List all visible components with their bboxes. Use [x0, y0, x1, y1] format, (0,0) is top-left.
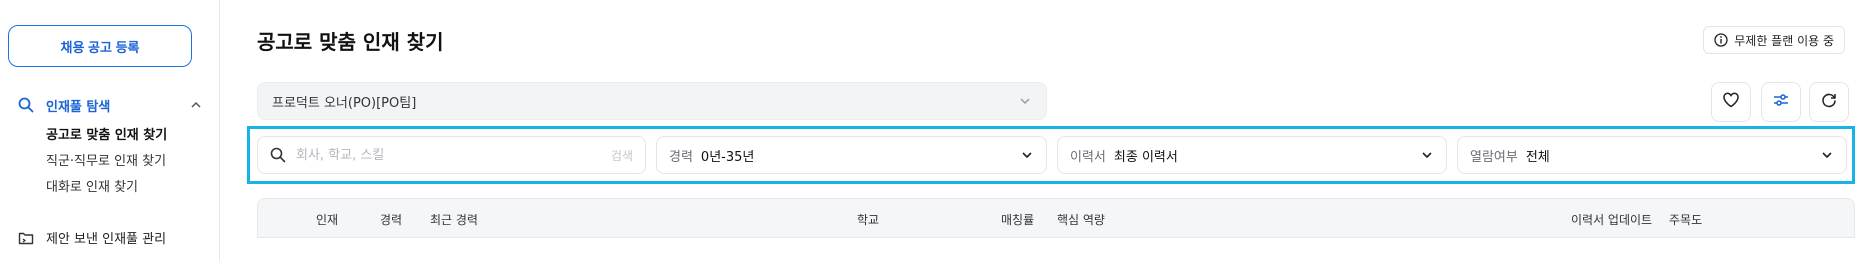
sidebar: 채용 공고 등록 인재풀 탐색 공고로 맞춤 인재 찾기 직군·직무로 인재 찾…	[0, 0, 220, 261]
column-header-match-rate[interactable]: 매칭률	[1001, 211, 1034, 228]
plan-badge[interactable]: 무제한 플랜 이용 중	[1703, 26, 1845, 54]
resume-dropdown-value: 최종 이력서	[1113, 149, 1178, 165]
candidate-table-header: 인재 경력 최근 경력 학교 매칭률 핵심 역량 이력서 업데이트 주목도	[257, 198, 1855, 238]
refresh-icon	[1820, 91, 1838, 113]
resume-dropdown[interactable]: 이력서 최종 이력서	[1057, 136, 1447, 174]
sidebar-item-label: 대화로 인재 찾기	[46, 179, 138, 195]
career-dropdown[interactable]: 경력 0년-35년	[656, 136, 1047, 174]
column-header-school[interactable]: 학교	[857, 211, 879, 228]
plan-badge-label: 무제한 플랜 이용 중	[1734, 33, 1834, 48]
folder-icon	[18, 230, 34, 246]
column-header-recent-career[interactable]: 최근 경력	[430, 211, 478, 228]
nav-group-header[interactable]: 인재풀 탐색	[18, 92, 203, 118]
sidebar-item-sent-pool[interactable]: 제안 보낸 인재풀 관리	[18, 228, 166, 247]
sidebar-item-label: 제안 보낸 인재풀 관리	[46, 232, 167, 247]
heart-icon	[1722, 91, 1740, 113]
filter-sliders-icon	[1772, 91, 1790, 113]
search-box[interactable]: 검색	[257, 136, 646, 174]
resume-dropdown-label: 이력서	[1070, 149, 1106, 165]
career-dropdown-label: 경력	[669, 149, 693, 165]
job-posting-select-value: 프로덕트 오너(PO)[PO팀]	[272, 95, 417, 111]
filter-settings-button[interactable]	[1761, 82, 1801, 122]
info-icon	[1714, 33, 1728, 47]
search-icon	[18, 97, 34, 113]
chevron-down-icon	[1018, 94, 1032, 108]
refresh-button[interactable]	[1809, 82, 1849, 122]
viewed-status-dropdown-label: 열람여부	[1470, 149, 1518, 165]
sidebar-item-label: 공고로 맞춤 인재 찾기	[46, 127, 168, 143]
sidebar-item-chat-search[interactable]: 대화로 인재 찾기	[46, 170, 203, 200]
chevron-down-icon	[1820, 148, 1834, 162]
column-header-attention[interactable]: 주목도	[1669, 211, 1702, 228]
column-header-core-skills[interactable]: 핵심 역량	[1057, 211, 1105, 228]
chevron-down-icon	[1420, 148, 1434, 162]
viewed-status-dropdown[interactable]: 열람여부 전체	[1457, 136, 1847, 174]
chevron-down-icon	[1020, 148, 1034, 162]
column-header-career[interactable]: 경력	[380, 211, 402, 228]
page-title: 공고로 맞춤 인재 찾기	[257, 30, 444, 54]
career-dropdown-value: 0년-35년	[700, 149, 755, 165]
job-posting-select[interactable]: 프로덕트 오너(PO)[PO팀]	[257, 82, 1047, 120]
chevron-up-icon[interactable]	[189, 98, 203, 112]
register-job-posting-button[interactable]: 채용 공고 등록	[8, 25, 192, 67]
nav-group-talent-pool: 인재풀 탐색 공고로 맞춤 인재 찾기 직군·직무로 인재 찾기 대화로 인재 …	[18, 92, 203, 200]
search-input[interactable]	[296, 147, 605, 163]
nav-group-label: 인재풀 탐색	[46, 99, 111, 115]
column-header-resume-updated[interactable]: 이력서 업데이트	[1571, 211, 1652, 228]
search-submit-button[interactable]: 검색	[611, 147, 633, 164]
sidebar-item-label: 직군·직무로 인재 찾기	[46, 153, 167, 169]
search-icon	[270, 147, 286, 163]
favorite-button[interactable]	[1711, 82, 1751, 122]
viewed-status-dropdown-value: 전체	[1525, 149, 1550, 165]
column-header-talent[interactable]: 인재	[316, 211, 338, 228]
